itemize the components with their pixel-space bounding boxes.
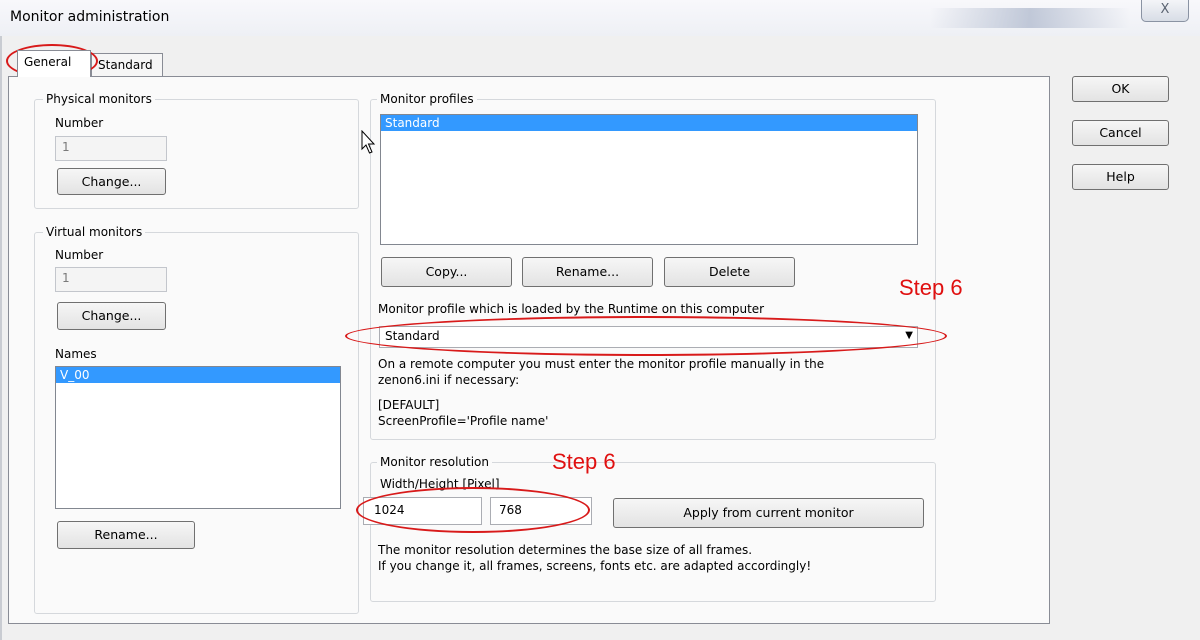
names-label: Names xyxy=(55,347,97,361)
title-bar: Monitor administration xyxy=(0,0,1200,36)
copy-button[interactable]: Copy... xyxy=(381,257,512,287)
cancel-button[interactable]: Cancel xyxy=(1072,120,1169,146)
virtual-monitors-title: Virtual monitors xyxy=(43,225,146,239)
close-icon: X xyxy=(1160,2,1170,17)
ini-example: [DEFAULT] ScreenProfile='Profile name' xyxy=(378,398,549,428)
apply-from-monitor-button[interactable]: Apply from current monitor xyxy=(613,498,924,528)
mouse-pointer-icon xyxy=(361,130,376,154)
monitor-profiles-title: Monitor profiles xyxy=(377,92,477,106)
virtual-number-label: Number xyxy=(55,248,104,262)
monitor-resolution-title: Monitor resolution xyxy=(377,455,493,469)
physical-number-label: Number xyxy=(55,116,104,130)
remote-note: On a remote computer you must enter the … xyxy=(378,357,825,387)
physical-number-field[interactable]: 1 xyxy=(55,136,167,161)
virtual-number-field[interactable]: 1 xyxy=(55,267,167,292)
profile-highlight-ellipse xyxy=(345,316,947,356)
rename-profile-button[interactable]: Rename... xyxy=(522,257,653,287)
virtual-change-button[interactable]: Change... xyxy=(57,302,166,330)
step6-annotation-profile: Step 6 xyxy=(899,275,963,300)
rename-name-button[interactable]: Rename... xyxy=(57,521,195,549)
physical-monitors-title: Physical monitors xyxy=(43,92,155,106)
list-item[interactable]: Standard xyxy=(381,115,917,131)
ok-button[interactable]: OK xyxy=(1072,76,1169,102)
names-list[interactable]: V_00 xyxy=(55,366,341,509)
step6-annotation-resolution: Step 6 xyxy=(552,449,616,474)
window-border xyxy=(0,36,2,640)
physical-change-button[interactable]: Change... xyxy=(57,168,166,195)
tab-standard[interactable]: Standard xyxy=(91,53,163,77)
delete-button[interactable]: Delete xyxy=(664,257,795,287)
window-title: Monitor administration xyxy=(10,9,170,25)
runtime-profile-label: Monitor profile which is loaded by the R… xyxy=(378,302,765,316)
profiles-list[interactable]: Standard xyxy=(380,114,918,245)
title-glass xyxy=(930,8,1130,28)
resolution-highlight-ellipse xyxy=(356,487,590,533)
resolution-note: The monitor resolution determines the ba… xyxy=(378,543,812,573)
close-button[interactable]: X xyxy=(1141,0,1189,22)
list-item[interactable]: V_00 xyxy=(56,367,340,383)
help-button[interactable]: Help xyxy=(1072,164,1169,190)
tab-general[interactable]: General xyxy=(17,50,91,77)
